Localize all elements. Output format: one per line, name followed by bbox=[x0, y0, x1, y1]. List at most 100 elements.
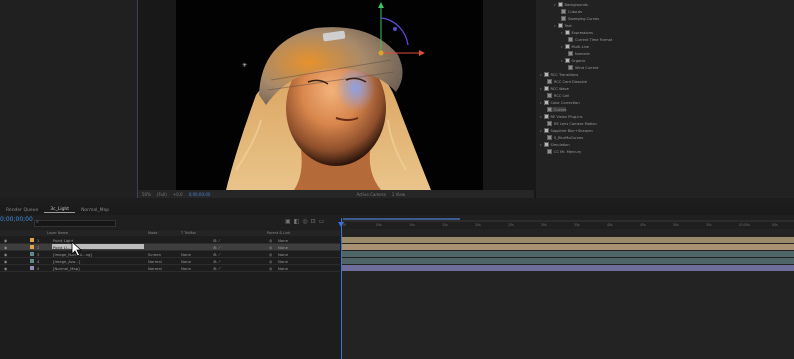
layer-search-input[interactable] bbox=[34, 220, 116, 227]
effects-item[interactable]: ▾ Sapphire Blur+Sharpen bbox=[540, 128, 593, 133]
effects-item[interactable]: ▾ Color Correction bbox=[540, 100, 580, 105]
effects-item[interactable]: ▾ Text bbox=[554, 23, 572, 28]
effects-item[interactable]: RCC Cell bbox=[547, 93, 569, 98]
effects-item[interactable]: ▾ Multi-Line bbox=[561, 44, 589, 49]
disclosure-triangle-icon[interactable]: ▾ bbox=[540, 115, 542, 119]
disclosure-triangle-icon[interactable]: ▾ bbox=[540, 101, 542, 105]
ruler-tick-label: 45s bbox=[640, 223, 646, 227]
svg-text:✳: ✳ bbox=[242, 62, 247, 69]
viewer-timecode[interactable]: 0;00;00;00 bbox=[189, 192, 211, 197]
zoom-dropdown[interactable]: 50% bbox=[142, 192, 151, 197]
visibility-eye-icon[interactable]: ◉ bbox=[4, 266, 7, 271]
layer-mode[interactable]: Normal bbox=[148, 259, 162, 264]
layer-parent[interactable]: None bbox=[278, 259, 288, 264]
visibility-eye-icon[interactable]: ◉ bbox=[4, 245, 7, 250]
layer-row[interactable]: ◉ 4 [Image_Ava...] Normal None ⁂ ⟋ ◎ None bbox=[0, 258, 340, 265]
disclosure-triangle-icon[interactable]: ▾ bbox=[540, 73, 542, 77]
layer-switches-icon[interactable]: ⁂ ⟋ bbox=[213, 238, 221, 243]
column-parent[interactable]: Parent & Link bbox=[267, 231, 290, 235]
disclosure-triangle-icon[interactable]: ▾ bbox=[540, 87, 542, 91]
column-layer-name[interactable]: Layer Name bbox=[47, 231, 68, 235]
viewer-toolbar: 50% (Full) +0.0 0;00;00;00 Active Camera… bbox=[138, 190, 534, 198]
layer-parent[interactable]: None bbox=[278, 252, 288, 257]
parent-pickwhip-icon[interactable]: ◎ bbox=[269, 259, 272, 264]
layer-parent[interactable]: None bbox=[278, 266, 288, 271]
effects-item[interactable]: Cutouts bbox=[561, 9, 582, 14]
disclosure-triangle-icon[interactable]: ▾ bbox=[540, 143, 542, 147]
effects-item[interactable]: Wind Current bbox=[568, 65, 599, 70]
effects-item[interactable]: ▾ Simulation bbox=[540, 142, 570, 147]
layer-switches-icon[interactable]: ⁂ ⟋ bbox=[213, 245, 221, 250]
layer-row[interactable]: ◉ 2 Point Li... ⁂ ⟋ ◎ None bbox=[0, 244, 340, 251]
layer-row[interactable]: ◉3[Image_Normal...ng]ScreenNone⁂ ⟋◎None bbox=[0, 251, 340, 258]
effects-item[interactable]: Current Time Format bbox=[568, 37, 612, 42]
effects-item[interactable]: Sweeping Curves bbox=[561, 16, 599, 21]
effects-item[interactable]: Numeric bbox=[568, 51, 590, 56]
parent-pickwhip-icon[interactable]: ◎ bbox=[269, 266, 272, 271]
layer-mode[interactable]: Screen bbox=[148, 252, 161, 257]
tab-normal-map[interactable]: Normal_Map bbox=[75, 208, 115, 213]
effects-item[interactable]: ▾ RCC Wave bbox=[540, 86, 569, 91]
effects-item[interactable]: S_BlurMoCurves bbox=[547, 135, 583, 140]
parent-pickwhip-icon[interactable]: ◎ bbox=[269, 238, 272, 243]
exposure-value[interactable]: +0.0 bbox=[173, 192, 183, 197]
layer-name[interactable]: [Image_Ava...] bbox=[53, 259, 80, 264]
layer-parent[interactable]: None bbox=[278, 238, 288, 243]
parent-pickwhip-icon[interactable]: ◎ bbox=[269, 252, 272, 257]
layer-name[interactable]: [Normal_Map] bbox=[53, 266, 80, 271]
layer-trkmat[interactable]: None bbox=[181, 259, 191, 264]
layer-label-color[interactable] bbox=[30, 245, 34, 249]
visibility-eye-icon[interactable]: ◉ bbox=[4, 259, 7, 264]
layer-label-color[interactable] bbox=[30, 266, 34, 270]
disclosure-triangle-icon[interactable]: ▾ bbox=[554, 3, 556, 7]
layer-label-color[interactable] bbox=[30, 259, 34, 263]
visibility-eye-icon[interactable]: ◉ bbox=[4, 252, 7, 257]
disclosure-triangle-icon[interactable]: ▾ bbox=[554, 24, 556, 28]
column-trkmat[interactable]: T TrkMat bbox=[181, 231, 196, 235]
effects-item[interactable]: CC Mr. Mercury bbox=[547, 149, 581, 154]
layer-switches-icon[interactable]: ⁂ ⟋ bbox=[213, 266, 221, 271]
effects-item[interactable]: ▾ RCC Transitions bbox=[540, 72, 578, 77]
tab-3c-light[interactable]: 3c_Light bbox=[44, 207, 76, 213]
layer-switches-icon[interactable]: ⁂ ⟋ bbox=[213, 252, 221, 257]
layer-label-color[interactable] bbox=[30, 238, 34, 242]
effects-item[interactable]: RCC Card Dissolve bbox=[547, 79, 587, 84]
work-area-bar[interactable] bbox=[343, 218, 460, 220]
layer-duration-bar[interactable] bbox=[342, 244, 794, 250]
view-layout-dropdown[interactable]: 1 View bbox=[392, 192, 405, 197]
visibility-eye-icon[interactable]: ◉ bbox=[4, 238, 7, 243]
effects-item[interactable]: ▾ Backgrounds bbox=[554, 2, 588, 7]
timeline-timecode[interactable]: 0;00;00;00 bbox=[0, 216, 33, 223]
layer-duration-bar[interactable] bbox=[342, 237, 794, 243]
disclosure-triangle-icon[interactable]: ▾ bbox=[561, 45, 563, 49]
composition-canvas[interactable]: ✳ bbox=[176, 0, 483, 190]
layer-switches-icon[interactable]: ⁂ ⟋ bbox=[213, 259, 221, 264]
layer-name[interactable]: Point Li... bbox=[53, 245, 70, 250]
layer-trkmat[interactable]: None bbox=[181, 252, 191, 257]
layer-duration-bar[interactable] bbox=[342, 251, 794, 257]
layer-duration-bar[interactable] bbox=[342, 258, 794, 264]
column-mode[interactable]: Mode bbox=[148, 231, 158, 235]
resolution-dropdown[interactable]: (Full) bbox=[157, 192, 167, 197]
layer-row[interactable]: ◉ 5 [Normal_Map] Normal None ⁂ ⟋ ◎ None bbox=[0, 265, 340, 272]
effects-item-label: RCC Card Dissolve bbox=[554, 79, 588, 84]
effects-item[interactable]: Curves bbox=[547, 107, 567, 112]
parent-pickwhip-icon[interactable]: ◎ bbox=[269, 245, 272, 250]
effects-item[interactable]: RE Lens Camera Motion bbox=[547, 121, 597, 126]
effects-item[interactable]: ▾ Expressions bbox=[561, 30, 593, 35]
timeline-switch-icons[interactable]: ▣◧◎⊡▭ bbox=[285, 218, 327, 225]
playhead-line[interactable] bbox=[341, 218, 342, 359]
camera-dropdown[interactable]: Active Camera bbox=[356, 192, 385, 197]
tab-render-queue[interactable]: Render Queue bbox=[0, 208, 44, 213]
layer-label-color[interactable] bbox=[30, 252, 34, 256]
layer-duration-bar[interactable] bbox=[342, 265, 794, 271]
layer-row[interactable]: ◉ 1 Point Light ⁂ ⟋ ◎ None bbox=[0, 237, 340, 244]
disclosure-triangle-icon[interactable]: ▾ bbox=[561, 59, 563, 63]
layer-parent[interactable]: None bbox=[278, 245, 288, 250]
layer-mode[interactable]: Normal bbox=[148, 266, 162, 271]
effects-item[interactable]: ▾ RE Vision Plug-ins bbox=[540, 114, 582, 119]
layer-trkmat[interactable]: None bbox=[181, 266, 191, 271]
effects-item[interactable]: ▾ Organic bbox=[561, 58, 586, 63]
disclosure-triangle-icon[interactable]: ▾ bbox=[540, 129, 542, 133]
disclosure-triangle-icon[interactable]: ▾ bbox=[561, 31, 563, 35]
